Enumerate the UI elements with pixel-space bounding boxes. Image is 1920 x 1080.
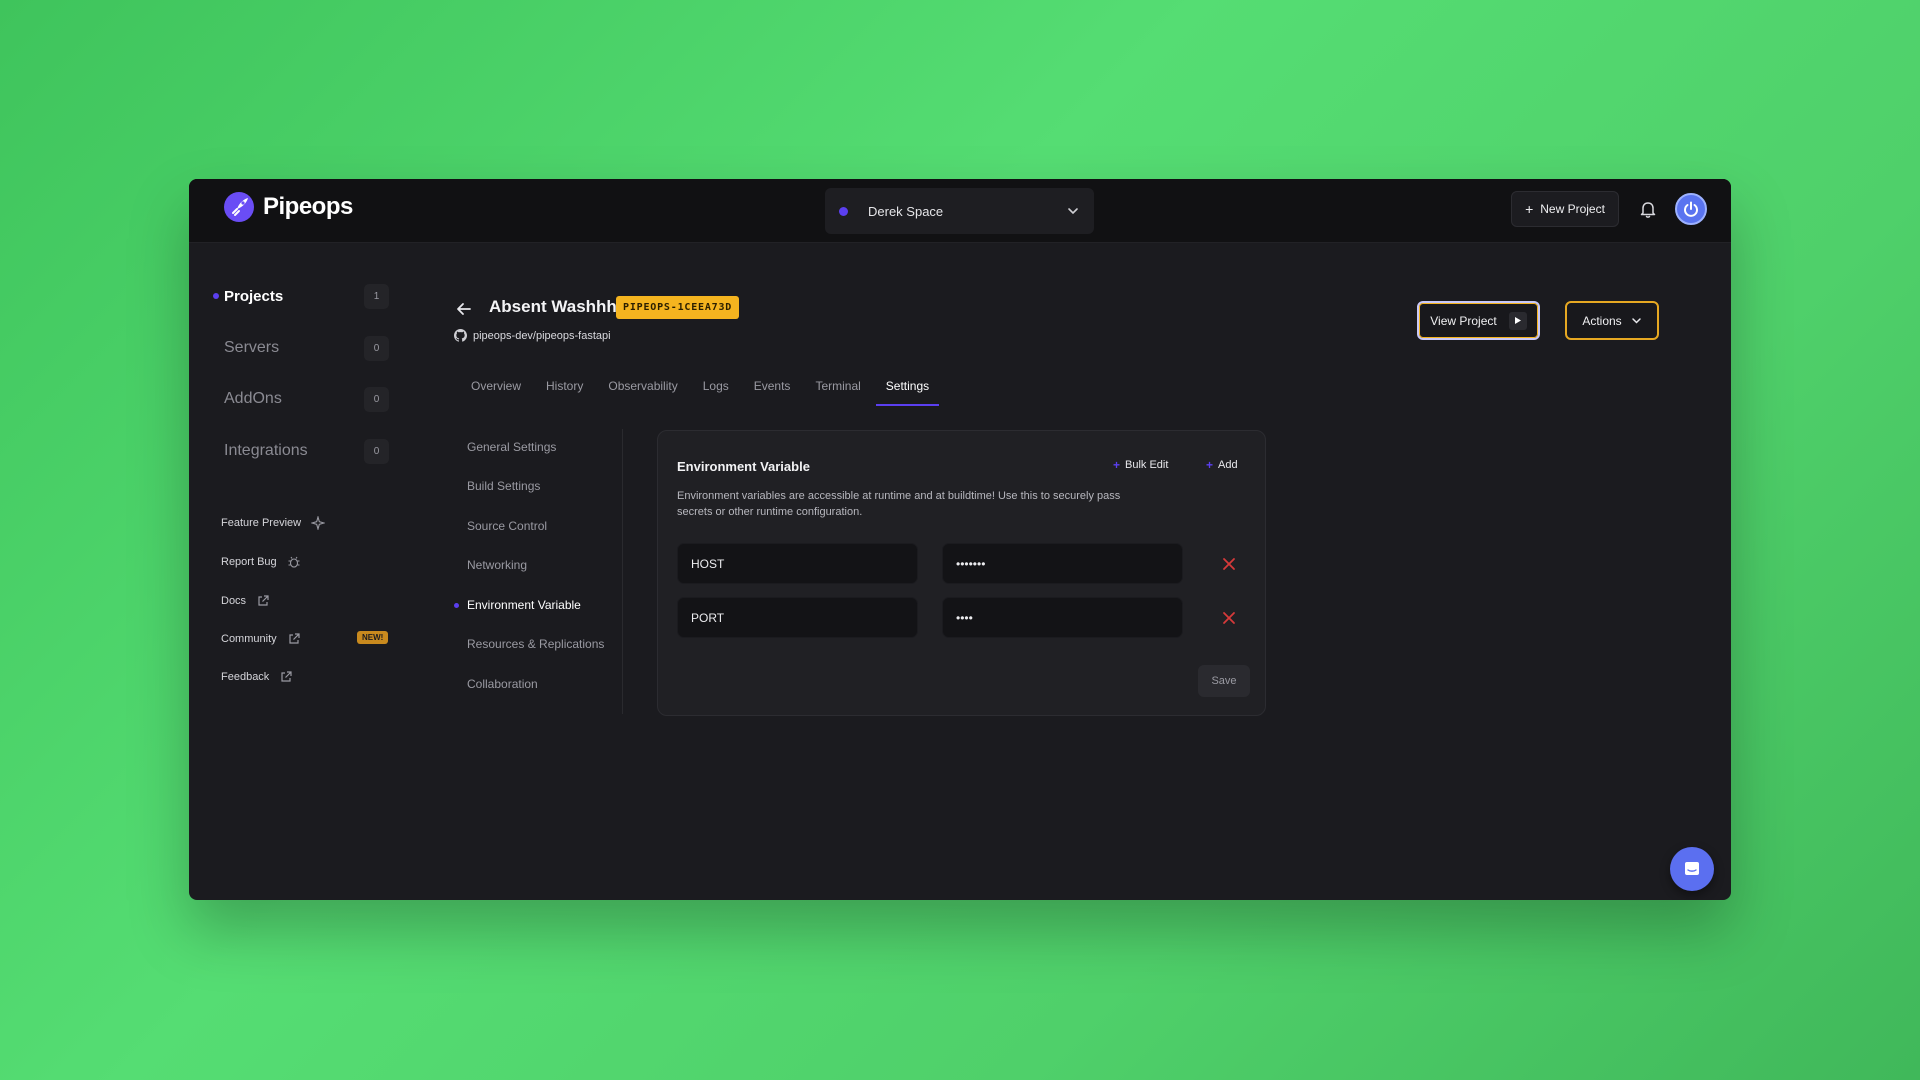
chat-support-button[interactable] (1670, 847, 1714, 891)
active-dot-icon (454, 602, 459, 608)
rocket-logo-icon (224, 192, 254, 222)
app-window: Pipeops Derek Space + New Project Projec… (189, 179, 1731, 900)
settings-nav-resources[interactable]: Resources & Replications (467, 637, 604, 651)
logo-text: Pipeops (263, 193, 353, 220)
bug-icon (288, 556, 300, 568)
project-id-badge: PIPEOPS-1CEEA73D (616, 296, 740, 319)
actions-label: Actions (1582, 313, 1622, 328)
save-button[interactable]: Save (1198, 665, 1250, 697)
env-key-input[interactable]: HOST (677, 543, 918, 584)
settings-nav-networking[interactable]: Networking (467, 558, 527, 572)
plus-icon: + (1113, 458, 1121, 472)
new-badge: NEW! (357, 631, 389, 644)
tab-settings[interactable]: Settings (875, 369, 940, 406)
env-value-input[interactable]: •••• (942, 597, 1183, 638)
feature-preview-link[interactable]: Feature Preview (221, 516, 326, 530)
sidebar-item-count: 1 (364, 283, 389, 309)
logo[interactable]: Pipeops (223, 191, 353, 223)
sidebar-item-label: Projects (224, 287, 284, 305)
feature-preview-label: Feature Preview (221, 517, 302, 529)
tab-terminal[interactable]: Terminal (805, 369, 870, 402)
delete-x-icon[interactable] (1222, 557, 1236, 571)
env-card-title: Environment Variable (677, 459, 810, 474)
tab-observability[interactable]: Observability (598, 369, 687, 402)
github-icon (454, 329, 467, 342)
external-link-icon (281, 671, 292, 682)
sparkle-icon (311, 516, 326, 530)
community-label: Community (221, 633, 277, 645)
active-dot-icon (213, 293, 219, 299)
env-card-description: Environment variables are accessible at … (677, 490, 1121, 518)
top-bar: Pipeops Derek Space + New Project (189, 179, 1731, 243)
feedback-link[interactable]: Feedback (221, 670, 293, 684)
workspace-name: Derek Space (868, 203, 944, 219)
settings-nav-build[interactable]: Build Settings (467, 479, 540, 493)
env-value-input[interactable]: ••••••• (942, 543, 1183, 584)
new-project-button[interactable]: + New Project (1511, 191, 1619, 227)
repo-link[interactable]: pipeops-dev/pipeops-fastapi (454, 329, 611, 342)
project-tabs: Overview History Observability Logs Even… (461, 369, 944, 406)
report-bug-link[interactable]: Report Bug (221, 555, 301, 569)
sidebar: Projects 1 Servers 0 AddOns 0 Integratio… (189, 243, 399, 900)
plus-icon: + (1525, 201, 1534, 217)
actions-button[interactable]: Actions (1565, 301, 1659, 340)
sidebar-item-addons[interactable]: AddOns 0 (224, 384, 399, 414)
power-icon (1684, 201, 1698, 217)
community-link[interactable]: Community NEW! (221, 631, 396, 646)
sidebar-item-count: 0 (364, 386, 389, 412)
chat-icon (1685, 862, 1699, 875)
sidebar-item-servers[interactable]: Servers 0 (224, 333, 399, 363)
bulk-edit-label: Bulk Edit (1125, 459, 1169, 471)
sidebar-item-projects[interactable]: Projects 1 (213, 281, 399, 311)
chevron-down-icon (1068, 208, 1078, 215)
settings-nav-general[interactable]: General Settings (467, 440, 556, 454)
sidebar-item-label: AddOns (224, 390, 282, 407)
view-project-button[interactable]: View Project (1417, 301, 1540, 340)
play-icon (1508, 311, 1527, 330)
chevron-down-icon (1631, 318, 1641, 324)
repo-name: pipeops-dev/pipeops-fastapi (473, 329, 611, 342)
settings-nav-collaboration[interactable]: Collaboration (467, 677, 538, 691)
bell-icon[interactable] (1637, 198, 1659, 220)
settings-nav-source-control[interactable]: Source Control (467, 519, 547, 533)
tab-overview[interactable]: Overview (461, 369, 531, 402)
docs-label: Docs (221, 595, 247, 607)
back-arrow-icon[interactable] (455, 300, 473, 318)
external-link-icon (289, 633, 300, 644)
tab-logs[interactable]: Logs (693, 369, 739, 402)
add-label: Add (1218, 459, 1238, 471)
settings-nav: General Settings Build Settings Source C… (454, 429, 623, 714)
new-project-label: New Project (1540, 202, 1605, 216)
sidebar-item-label: Integrations (224, 442, 308, 459)
env-key-input[interactable]: PORT (677, 597, 918, 638)
plus-icon: + (1206, 458, 1214, 472)
add-env-button[interactable]: + Add (1206, 458, 1238, 472)
workspace-selector[interactable]: Derek Space (825, 188, 1094, 234)
user-avatar[interactable] (1675, 193, 1707, 225)
workspace-dot-icon (839, 206, 848, 216)
view-project-label: View Project (1430, 313, 1497, 328)
tab-history[interactable]: History (536, 369, 593, 402)
report-bug-label: Report Bug (221, 556, 277, 568)
settings-nav-label: Environment Variable (467, 598, 581, 612)
settings-nav-environment-variable[interactable]: Environment Variable (454, 598, 581, 612)
docs-link[interactable]: Docs (221, 594, 270, 608)
bulk-edit-button[interactable]: + Bulk Edit (1113, 458, 1168, 472)
feedback-label: Feedback (221, 671, 270, 683)
external-link-icon (258, 595, 269, 606)
sidebar-item-count: 0 (364, 438, 389, 464)
sidebar-item-label: Servers (224, 339, 280, 356)
sidebar-item-count: 0 (364, 335, 389, 361)
tab-events[interactable]: Events (744, 369, 801, 402)
env-variable-card: Environment Variable + Bulk Edit + Add E… (657, 430, 1266, 716)
delete-x-icon[interactable] (1222, 611, 1236, 625)
project-title: Absent Washhh (489, 297, 617, 316)
sidebar-item-integrations[interactable]: Integrations 0 (224, 436, 399, 466)
